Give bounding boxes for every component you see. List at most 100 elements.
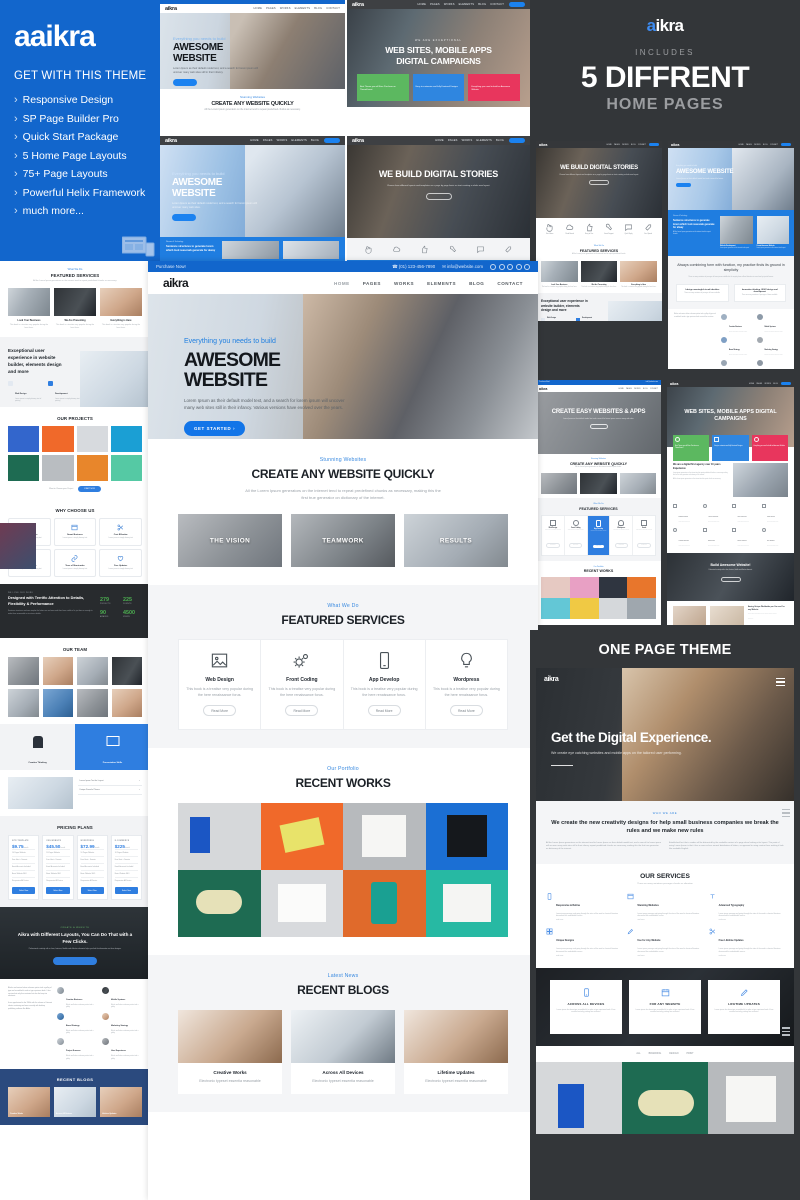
work-tile[interactable]	[598, 598, 628, 620]
work-tile[interactable]	[343, 802, 426, 870]
service-item[interactable]: Unique Designs Lorem ipsum passage and go…	[546, 928, 621, 957]
blog-card[interactable]: Creative Works Electronic typeset essenti…	[178, 1009, 282, 1095]
service-col[interactable]: Web Design This book is a treatise popula…	[542, 515, 565, 555]
nav-item-contact[interactable]: CONTACT	[497, 281, 523, 286]
service-card[interactable]: Front Coding This book is a treatise ver…	[261, 640, 344, 729]
quick-card[interactable]: TEAMWORK	[291, 514, 395, 567]
read-more-link[interactable]: read more	[719, 956, 784, 957]
nav-cta-button[interactable]	[781, 142, 791, 147]
service-card[interactable]: Everything is Here This book is a treatis…	[100, 288, 142, 330]
plan-button[interactable]: Select Now	[80, 887, 104, 895]
service-item[interactable]: Responsive & Retina Lorem ipsum passage a…	[546, 892, 621, 921]
service-card[interactable]: We Are Presenting This book is a treatise…	[54, 288, 96, 330]
service-card[interactable]: Look Your Business This book is a treatis…	[541, 260, 578, 289]
hamburger-icon[interactable]	[782, 1027, 790, 1037]
quick-card[interactable]	[541, 473, 578, 495]
work-tile[interactable]	[536, 1061, 622, 1134]
cta-button[interactable]	[53, 956, 97, 965]
work-tile[interactable]	[541, 598, 570, 620]
project-tile[interactable]	[8, 455, 40, 482]
twitter-icon[interactable]	[498, 263, 505, 270]
nav-item-elements[interactable]: ELEMENTS	[427, 281, 456, 286]
home-layout-thumb-3[interactable]: aikra HOME PAGES WORKS ELEMENTS BLOG Eve…	[160, 136, 345, 261]
team-member[interactable]	[8, 689, 39, 718]
plan-button[interactable]: Select Now	[46, 887, 70, 895]
feature-card[interactable]: Easy to customize and fully Featured Des…	[412, 74, 465, 101]
google-icon[interactable]	[515, 263, 522, 270]
purchase-link[interactable]: Purchase Now!	[156, 264, 186, 269]
hamburger-icon[interactable]	[776, 678, 785, 688]
pricing-card[interactable]: E-COMMERCE $225/month 10 Pages Website F…	[110, 835, 142, 901]
service-card[interactable]: Everything is Here This book is a treatis…	[620, 260, 658, 289]
work-tile[interactable]	[178, 802, 261, 870]
nav-cta-button[interactable]	[649, 142, 659, 147]
pricing-card[interactable]: CMS WEBSITE $45.50/month 10 Pages Websit…	[42, 835, 74, 901]
service-item[interactable]: Stunning Websites Lorem ipsum passage and…	[627, 893, 702, 921]
service-card[interactable]: Web Design This book is a treatise very …	[179, 640, 262, 729]
filter-all[interactable]: ALL	[636, 1052, 640, 1055]
quick-card[interactable]	[619, 473, 656, 495]
quote-card[interactable]: Innovative thinking, UI/UX design and de…	[733, 284, 786, 303]
service-card[interactable]: Wordpress This book is a treatise very p…	[426, 640, 507, 729]
nav-cta-button[interactable]	[324, 138, 340, 143]
service-item[interactable]: Free Lifetime Updates Lorem ipsum passage…	[709, 928, 784, 957]
quote-card[interactable]: I design meaningful visual identities The…	[676, 284, 729, 303]
why-card[interactable]: Smart Business Lorem ipsum is simply dumm…	[53, 518, 97, 547]
nav-item-blog[interactable]: BLOG	[469, 281, 484, 286]
work-tile[interactable]	[541, 577, 570, 599]
work-tile[interactable]	[425, 802, 508, 870]
service-col[interactable]: Goals This book is a treatise popular Read…	[633, 516, 655, 555]
read-more-link[interactable]: read more	[556, 956, 621, 957]
filter-design[interactable]: DESIGN	[669, 1052, 678, 1055]
team-member[interactable]	[77, 657, 108, 686]
linkedin-icon[interactable]	[507, 263, 513, 270]
work-tile[interactable]	[708, 1061, 794, 1134]
read-more-button[interactable]: Read More	[285, 705, 319, 717]
band-card[interactable]: Create Awesome Website Lorem ipsum genera…	[756, 216, 789, 250]
work-tile[interactable]	[627, 577, 656, 599]
read-more-link[interactable]: read more	[637, 956, 702, 957]
blog-card[interactable]: Lifetime Updates Electronic typeset essen…	[404, 1009, 508, 1095]
quick-card[interactable]: THE VISION	[178, 514, 282, 567]
nav-item-home[interactable]: HOME	[334, 281, 350, 286]
work-tile[interactable]	[598, 577, 628, 599]
work-tile[interactable]	[260, 869, 343, 937]
team-member[interactable]	[8, 657, 39, 686]
pricing-card[interactable]: WORDPRESS $72.99/month 10 Pages Website …	[76, 835, 108, 901]
team-member[interactable]	[111, 657, 142, 686]
why-card[interactable]: Free Updates Lorem ipsum is simply dummy …	[99, 549, 142, 578]
pricing-card[interactable]: SITE TEMPLATE $9.75/month 10 Pages Websi…	[8, 835, 40, 901]
read-more-button[interactable]: Read More	[449, 705, 483, 717]
hero-cta-button[interactable]	[173, 79, 197, 86]
hamburger-icon[interactable]	[782, 809, 790, 819]
filter-print[interactable]: PRINT	[686, 1052, 693, 1055]
work-tile[interactable]	[569, 598, 599, 620]
blog-card[interactable]: Lifetime Updates	[100, 1086, 142, 1117]
feature-card[interactable]: Everything you need to build an Awesome …	[468, 74, 521, 101]
home-layout-thumb-2[interactable]: aikra HOME PAGES WORKS ELEMENTS BLOG CON…	[347, 0, 530, 133]
quick-card[interactable]: RESULTS	[404, 514, 508, 567]
feature-card[interactable]: Best Theme you will Ever Purchase on The…	[357, 74, 409, 101]
service-item[interactable]: Use for Any Website Lorem ipsum passage a…	[627, 928, 702, 957]
hero-cta-button[interactable]	[589, 424, 608, 430]
home-layout-thumb-4[interactable]: aikra HOME PAGES WORKS ELEMENTS BLOG WE …	[347, 136, 530, 261]
project-tile[interactable]	[76, 455, 108, 482]
promo-card[interactable]: ACROSS ALL DEVICES Lorem ipsum has been t…	[550, 979, 622, 1034]
project-tile[interactable]	[8, 426, 40, 453]
split-right[interactable]: Presentation Skills	[75, 724, 150, 771]
service-col-active[interactable]: App Develop This book is a treatise popul…	[587, 515, 610, 555]
hero-cta-button[interactable]	[676, 183, 691, 188]
blog-card[interactable]: Creative Works	[8, 1086, 50, 1117]
right-thumb-c[interactable]: Purchase Now! info@website.com aikra HOM…	[536, 380, 661, 625]
service-col[interactable]: Wordpress This book is a treatise popular…	[609, 515, 634, 555]
work-tile[interactable]	[627, 598, 656, 620]
promo-card[interactable]: LIFETIME UPDATES Lorem ipsum has been typ…	[708, 979, 780, 1034]
team-member[interactable]	[42, 657, 73, 686]
blog-card[interactable]: Across All Devices Electronic typeset ess…	[291, 1009, 395, 1095]
site-logo[interactable]: aikra	[163, 276, 189, 290]
right-thumb-a[interactable]: aikra HOME PAGES WORKS BLOG CONTACT WE BUILD…	[536, 141, 662, 321]
right-thumb-b[interactable]: aikra HOME PAGES WORKS BLOG CONTACT Everythi…	[668, 141, 794, 369]
site-logo[interactable]: aikra	[544, 676, 559, 683]
facebook-icon[interactable]	[490, 263, 496, 270]
project-tile[interactable]	[110, 455, 142, 482]
